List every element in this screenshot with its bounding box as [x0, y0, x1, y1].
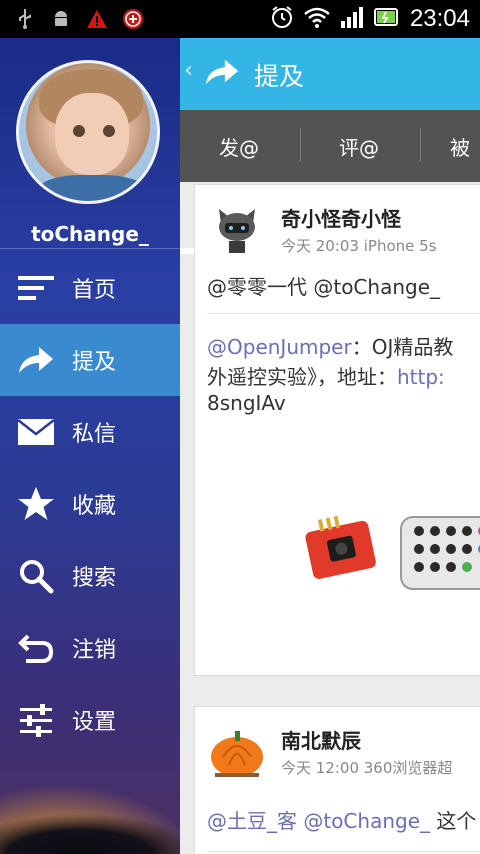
tab-comment-at[interactable]: 评@	[300, 110, 418, 182]
post-text: 外遥控实验》，地址：http:	[207, 365, 445, 389]
author-name[interactable]: 南北默辰	[281, 725, 361, 754]
signal-icon	[340, 6, 364, 32]
menu-item-label: 提及	[72, 350, 117, 375]
post-text: @OpenJumper：OJ精品教	[207, 335, 454, 359]
robot-avatar[interactable]	[209, 201, 265, 257]
post-card[interactable]: 南北默辰 今天 12:00 360浏览器超 @土豆_客 @toChange_ 这…	[194, 706, 480, 854]
menu-lines-icon	[16, 268, 56, 308]
mention-line[interactable]: @土豆_客 @toChange_	[207, 809, 430, 833]
search-icon	[16, 556, 56, 596]
drawer-divider	[0, 248, 180, 249]
page-title: 提及	[254, 62, 305, 91]
action-bar: ‹ 提及	[180, 38, 480, 110]
envelope-icon	[16, 412, 56, 452]
menu-item-mentions[interactable]: 提及	[0, 324, 180, 396]
drawer-menu: 首页 提及 私信 收藏 搜索 注销 设置	[0, 252, 180, 756]
menu-item-label: 私信	[72, 422, 117, 447]
menu-item-label: 首页	[72, 278, 117, 303]
share-arrow-icon[interactable]	[204, 56, 240, 92]
warning-icon	[86, 8, 108, 30]
pumpkin-avatar[interactable]	[209, 725, 265, 781]
menu-item-label: 注销	[72, 638, 117, 663]
menu-item-search[interactable]: 搜索	[0, 540, 180, 612]
mention-link[interactable]: @OpenJumper	[207, 335, 352, 359]
usb-icon	[14, 8, 36, 30]
clock: 23:04	[409, 5, 470, 32]
main-panel: ‹ 提及 发@ 评@ 被 奇小怪奇小怪 今天 20:03 iPhone 5s @…	[180, 38, 480, 854]
author-name[interactable]: 奇小怪奇小怪	[281, 203, 401, 232]
tab-divider	[420, 128, 421, 162]
alarm-icon	[270, 5, 294, 33]
battery-icon	[373, 7, 400, 31]
status-bar: 23:04	[0, 0, 480, 38]
menu-item-label: 搜索	[72, 566, 117, 591]
divider	[207, 313, 480, 314]
mention-line[interactable]: @零零一代 @toChange_	[207, 271, 440, 300]
menu-item-settings[interactable]: 设置	[0, 684, 180, 756]
menu-item-label: 设置	[72, 710, 117, 735]
post-image[interactable]	[305, 511, 480, 591]
android-icon	[50, 8, 72, 30]
menu-item-favorites[interactable]: 收藏	[0, 468, 180, 540]
sliders-icon	[16, 700, 56, 740]
post-text: @土豆_客 @toChange_ 这个	[207, 809, 477, 833]
wifi-icon	[304, 6, 330, 32]
menu-item-messages[interactable]: 私信	[0, 396, 180, 468]
post-meta: 今天 12:00 360浏览器超	[281, 759, 453, 777]
undo-icon	[16, 628, 56, 668]
back-chevron-icon[interactable]: ‹	[184, 58, 193, 83]
menu-item-logout[interactable]: 注销	[0, 612, 180, 684]
menu-item-label: 收藏	[72, 494, 117, 519]
url-link[interactable]: http:	[397, 365, 445, 389]
menu-item-home[interactable]: 首页	[0, 252, 180, 324]
add-circle-icon	[122, 8, 144, 30]
tab-received[interactable]: 被	[450, 110, 480, 182]
share-arrow-icon	[16, 340, 56, 380]
username[interactable]: toChange_	[0, 222, 180, 246]
tab-sent-at[interactable]: 发@	[180, 110, 298, 182]
navigation-drawer: toChange_ 首页 提及 私信 收藏 搜索 注销 设置	[0, 38, 180, 854]
post-card[interactable]: 奇小怪奇小怪 今天 20:03 iPhone 5s @零零一代 @toChang…	[194, 184, 480, 676]
url-link[interactable]: 8sngIAv	[207, 391, 286, 415]
post-meta: 今天 20:03 iPhone 5s	[281, 237, 437, 255]
divider	[207, 851, 480, 852]
tab-bar: 发@ 评@ 被	[180, 110, 480, 254]
star-icon	[16, 484, 56, 524]
avatar[interactable]	[16, 60, 160, 204]
